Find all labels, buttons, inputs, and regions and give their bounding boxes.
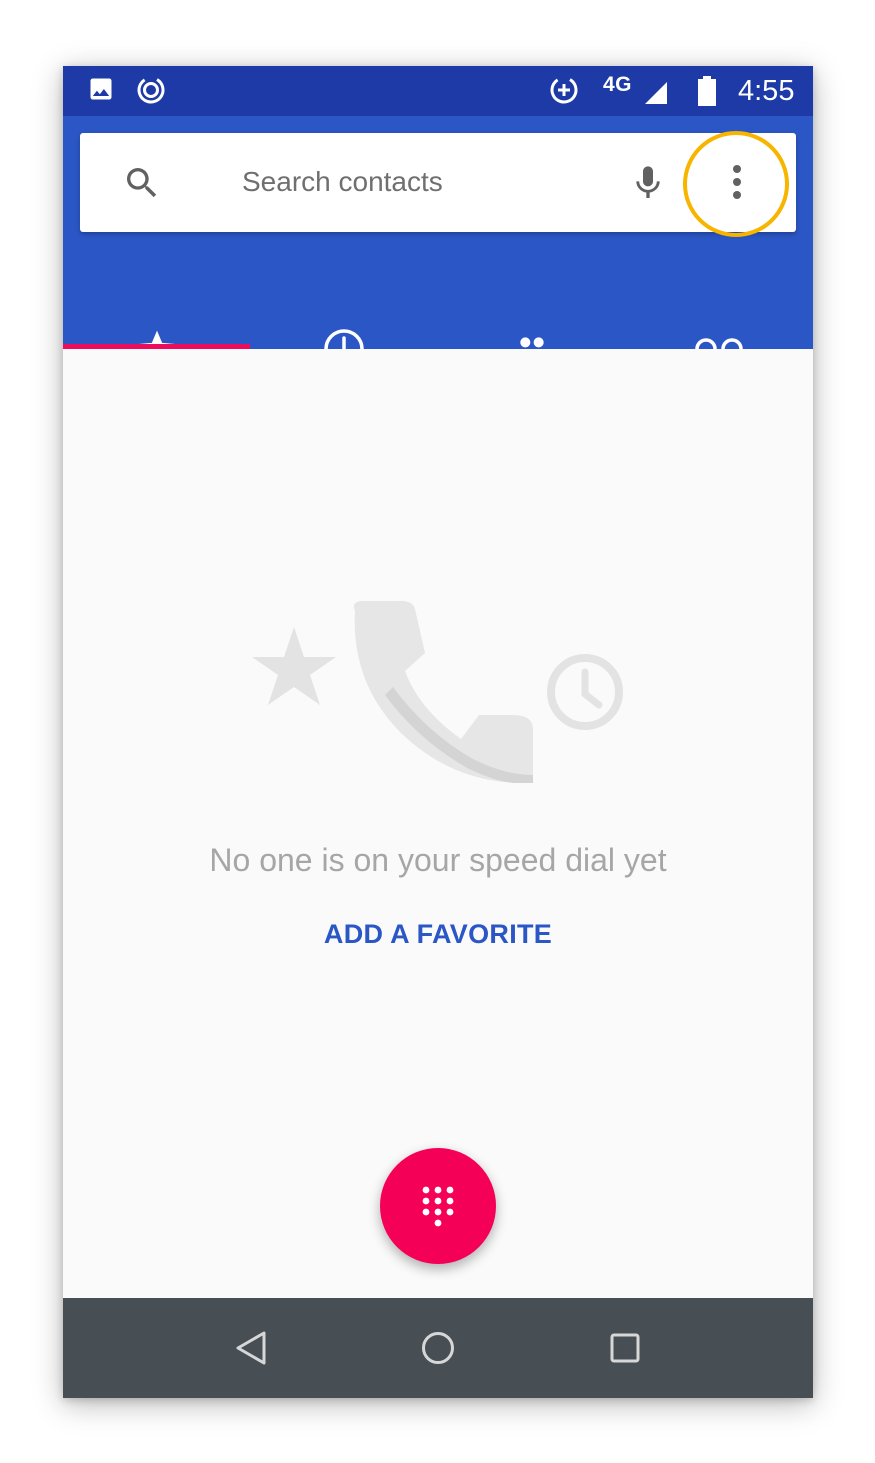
home-icon — [422, 1332, 454, 1364]
phone-illustration-icon — [354, 601, 533, 783]
app-bar: Search contacts — [63, 116, 813, 369]
mic-icon[interactable] — [628, 161, 668, 210]
more-options-button[interactable] — [703, 149, 771, 217]
status-clock: 4:55 — [738, 75, 795, 107]
search-box[interactable]: Search contacts — [80, 133, 796, 232]
back-icon — [236, 1331, 266, 1365]
navigation-bar — [63, 1298, 813, 1398]
overview-button[interactable] — [605, 1328, 645, 1368]
status-bar: 4G 4:55 — [63, 66, 813, 116]
add-favorite-button[interactable]: ADD A FAVORITE — [63, 919, 813, 950]
empty-speed-dial-illustration — [252, 601, 623, 783]
signal-icon — [643, 80, 669, 111]
empty-state-message: No one is on your speed dial yet — [209, 842, 667, 878]
dialpad-fab[interactable] — [380, 1148, 496, 1264]
phone-screen: 4G 4:55 Search contacts No one is on you… — [63, 66, 813, 1398]
recents-icon — [610, 1333, 640, 1363]
gallery-icon — [87, 75, 115, 108]
search-icon[interactable] — [122, 163, 162, 208]
search-input[interactable]: Search contacts — [242, 166, 443, 198]
speed-dial-empty-state: No one is on your speed dial yet ADD A F… — [63, 349, 813, 1298]
back-button[interactable] — [231, 1328, 271, 1368]
data-saver-icon — [136, 75, 166, 110]
dialpad-icon — [422, 1186, 454, 1227]
star-illustration-icon — [252, 627, 336, 705]
home-button[interactable] — [418, 1328, 458, 1368]
battery-icon — [697, 76, 717, 111]
clock-illustration-icon — [547, 654, 623, 730]
data-saver-plus-icon — [549, 75, 579, 110]
more-vert-icon — [733, 165, 741, 199]
network-type-label: 4G — [603, 73, 633, 96]
